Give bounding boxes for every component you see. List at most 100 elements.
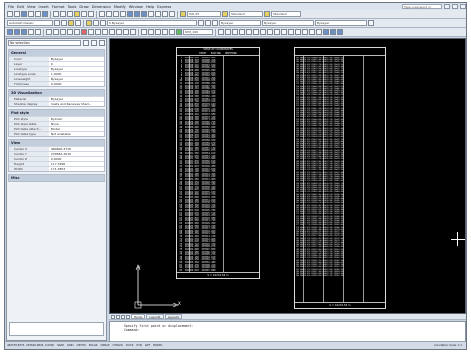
tool-palettes-icon[interactable] bbox=[141, 11, 147, 17]
spline-icon[interactable] bbox=[67, 29, 73, 35]
toggle-grid[interactable]: GRID bbox=[67, 344, 74, 347]
new-icon[interactable] bbox=[7, 11, 13, 17]
property-row[interactable]: Height 117.3396 bbox=[9, 161, 104, 166]
menu-format[interactable]: Format bbox=[52, 5, 65, 9]
property-value[interactable]: ByLayer bbox=[48, 97, 104, 101]
arc-length-icon[interactable] bbox=[155, 29, 161, 35]
xline-icon[interactable] bbox=[14, 29, 20, 35]
property-row[interactable]: Center Z 0.0000 bbox=[9, 156, 104, 161]
plot-style-icon[interactable] bbox=[368, 20, 374, 26]
property-row[interactable]: Material ByLayer bbox=[9, 96, 104, 101]
coordinate-table-right[interactable]: 101 484610.120 239480.550 484612.330 239… bbox=[294, 47, 386, 309]
dim-style-icon[interactable] bbox=[222, 11, 228, 17]
property-value[interactable]: Model bbox=[48, 127, 104, 131]
property-row[interactable]: Width 171.2853 bbox=[9, 166, 104, 171]
undo-icon[interactable] bbox=[81, 11, 87, 17]
chamfer-icon[interactable] bbox=[309, 29, 315, 35]
annotation-scale[interactable]: Annotation Scale: 1:1 bbox=[434, 344, 466, 347]
section-title[interactable]: Misc bbox=[9, 175, 104, 181]
dim-style-select[interactable]: Standard bbox=[229, 11, 263, 17]
qselect-icon[interactable] bbox=[337, 29, 343, 35]
coordinate-table-left[interactable]: TABLE OF COORDINATES POINT EASTING NORTH… bbox=[176, 47, 260, 279]
hatch-icon[interactable] bbox=[102, 29, 108, 35]
layer-select[interactable]: 0 ByLayer bbox=[107, 20, 197, 26]
rotate-icon[interactable] bbox=[260, 29, 266, 35]
layer-previous-icon[interactable] bbox=[75, 20, 81, 26]
property-value[interactable]: 171.2853 bbox=[48, 167, 104, 171]
select-objects-icon[interactable] bbox=[91, 40, 97, 46]
table-style-select[interactable]: Standard bbox=[271, 11, 301, 17]
menu-express[interactable]: Express bbox=[157, 5, 171, 9]
ordinate-icon[interactable] bbox=[162, 29, 168, 35]
lock-icon[interactable] bbox=[100, 20, 106, 26]
toggle-ortho[interactable]: ORTHO bbox=[77, 344, 86, 347]
polyline-icon[interactable] bbox=[21, 29, 27, 35]
menu-edit[interactable]: Edit bbox=[17, 5, 24, 9]
circle-icon[interactable] bbox=[53, 29, 59, 35]
property-value[interactable]: 239582.3016 bbox=[48, 152, 104, 156]
scale-icon[interactable] bbox=[267, 29, 273, 35]
move-icon[interactable] bbox=[253, 29, 259, 35]
extend-icon[interactable] bbox=[288, 29, 294, 35]
rectangle-icon[interactable] bbox=[35, 29, 41, 35]
copy-object-icon[interactable] bbox=[225, 29, 231, 35]
zoom-previous-icon[interactable] bbox=[120, 11, 126, 17]
line-icon[interactable] bbox=[7, 29, 13, 35]
sheet-set-icon[interactable] bbox=[148, 11, 154, 17]
markup-icon[interactable] bbox=[155, 11, 161, 17]
color-select[interactable]: ByLayer bbox=[219, 20, 261, 26]
property-row[interactable]: Layer 0 bbox=[9, 61, 104, 66]
prev-tab-icon[interactable] bbox=[116, 314, 120, 319]
linetype-select[interactable]: ByLayer bbox=[262, 20, 314, 26]
bulb-icon[interactable] bbox=[86, 20, 92, 26]
open-icon[interactable] bbox=[14, 11, 20, 17]
layer-iso-icon[interactable] bbox=[205, 20, 211, 26]
property-row[interactable]: Plot style ByColor bbox=[9, 116, 104, 121]
save-icon[interactable] bbox=[21, 11, 27, 17]
menu-draw[interactable]: Draw bbox=[79, 5, 88, 9]
color-icon[interactable] bbox=[212, 20, 218, 26]
make-block-icon[interactable] bbox=[88, 29, 94, 35]
command-prompt[interactable]: Command: bbox=[124, 328, 461, 332]
search-input[interactable]: Type a keyword or phrase bbox=[402, 4, 442, 13]
explode-icon[interactable] bbox=[323, 29, 329, 35]
layer-state-icon[interactable] bbox=[68, 20, 74, 26]
break-icon[interactable] bbox=[295, 29, 301, 35]
polygon-icon[interactable] bbox=[28, 29, 34, 35]
property-value[interactable]: 0 bbox=[48, 62, 104, 66]
dimension-icon[interactable] bbox=[141, 29, 147, 35]
property-row[interactable]: Center Y 239582.3016 bbox=[9, 151, 104, 156]
property-row[interactable]: Plot table type Not available bbox=[9, 131, 104, 136]
calculator-icon[interactable] bbox=[162, 11, 168, 17]
properties-icon[interactable] bbox=[127, 11, 133, 17]
tab-layout1[interactable]: Layout1 bbox=[146, 314, 164, 319]
ellipse-icon[interactable] bbox=[74, 29, 80, 35]
toggle-snap[interactable]: SNAP bbox=[57, 344, 64, 347]
property-row[interactable]: Plot table attach... Model bbox=[9, 126, 104, 131]
minimize-button[interactable] bbox=[444, 4, 450, 9]
menu-view[interactable]: View bbox=[27, 5, 36, 9]
text-style-select[interactable]: ISO-25 bbox=[187, 11, 221, 17]
help-icon[interactable] bbox=[169, 11, 175, 17]
property-value[interactable]: ByLayer bbox=[48, 57, 104, 61]
array-icon[interactable] bbox=[246, 29, 252, 35]
text-style-icon[interactable] bbox=[180, 11, 186, 17]
tab-model[interactable]: Model bbox=[131, 314, 146, 319]
toggle-otrack[interactable]: OTRACK bbox=[112, 344, 123, 347]
toggle-ducs[interactable]: DUCS bbox=[126, 344, 133, 347]
zoom-realtime-icon[interactable] bbox=[106, 11, 112, 17]
command-line[interactable]: Specify first point or displacement: Com… bbox=[109, 321, 466, 343]
close-button[interactable] bbox=[460, 4, 466, 9]
property-value[interactable]: ByLayer bbox=[48, 77, 104, 81]
toggle-polar[interactable]: POLAR bbox=[89, 344, 98, 347]
layer-properties-icon[interactable] bbox=[61, 20, 67, 26]
workspace-select[interactable]: AutoCAD Classic bbox=[7, 20, 53, 26]
menu-file[interactable]: File bbox=[8, 5, 14, 9]
maximize-button[interactable] bbox=[452, 4, 458, 9]
print-icon[interactable] bbox=[28, 11, 34, 17]
selection-select[interactable]: No selection bbox=[8, 40, 81, 46]
join-icon[interactable] bbox=[302, 29, 308, 35]
copy-icon[interactable] bbox=[60, 11, 66, 17]
menu-dimension[interactable]: Dimension bbox=[92, 5, 111, 9]
lineweight-select[interactable]: ByLayer bbox=[315, 20, 367, 26]
